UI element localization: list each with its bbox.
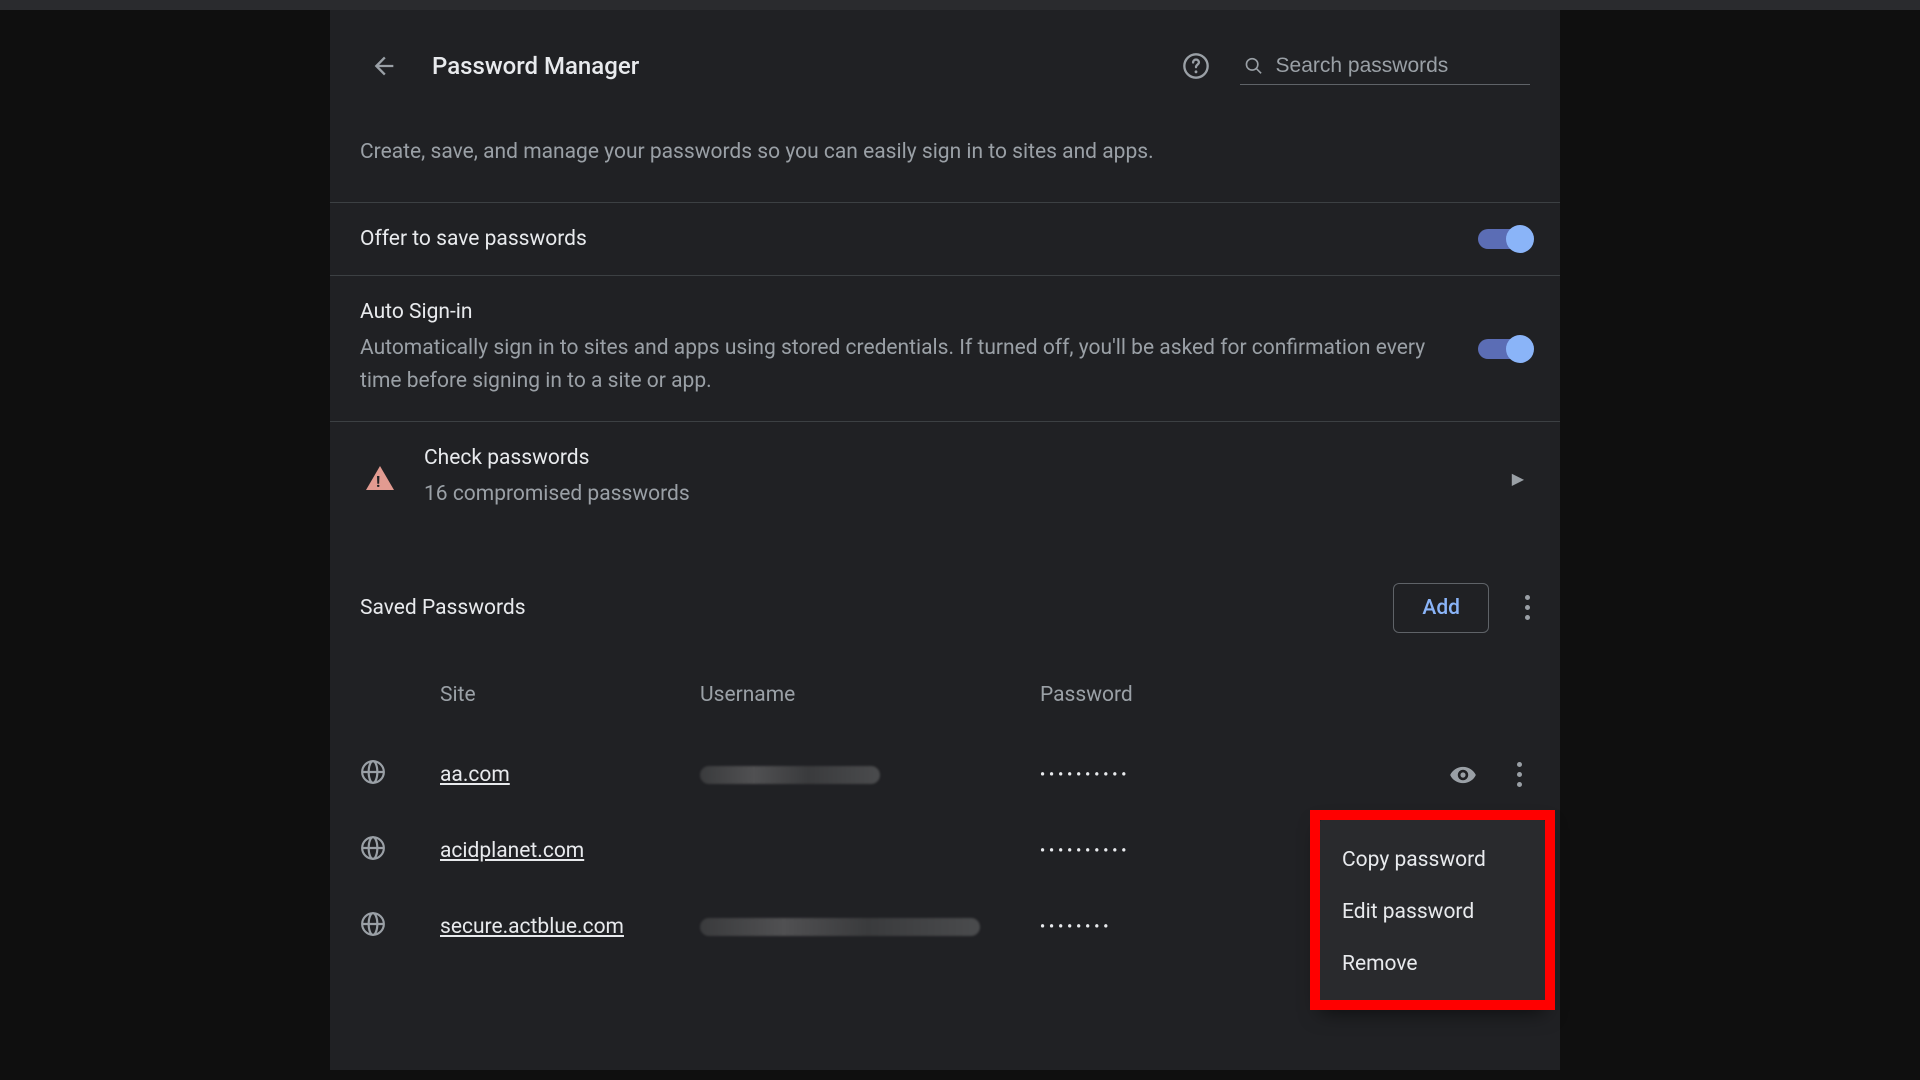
col-site: Site bbox=[440, 683, 700, 707]
page-title: Password Manager bbox=[432, 52, 639, 80]
help-icon bbox=[1182, 52, 1210, 80]
password-context-menu: Copy password Edit password Remove bbox=[1320, 820, 1545, 1004]
check-passwords-title: Check passwords bbox=[424, 446, 1482, 470]
auto-signin-description: Automatically sign in to sites and apps … bbox=[360, 332, 1448, 397]
password-masked: •••••••• bbox=[1040, 919, 1340, 935]
window-top-bar bbox=[0, 0, 1920, 10]
auto-signin-row: Auto Sign-in Automatically sign in to si… bbox=[330, 275, 1560, 421]
password-masked: •••••••••• bbox=[1040, 843, 1340, 859]
show-password-icon[interactable] bbox=[1449, 761, 1477, 789]
offer-save-label: Offer to save passwords bbox=[360, 227, 1448, 251]
saved-passwords-header: Saved Passwords Add bbox=[330, 535, 1560, 653]
username-redacted bbox=[700, 918, 980, 936]
chevron-right-icon: ▶ bbox=[1512, 469, 1524, 488]
header: Password Manager bbox=[330, 10, 1560, 110]
saved-passwords-heading: Saved Passwords bbox=[360, 596, 1393, 620]
search-input[interactable] bbox=[1276, 54, 1526, 78]
password-masked: •••••••••• bbox=[1040, 767, 1340, 783]
arrow-left-icon bbox=[370, 52, 398, 80]
username-redacted bbox=[700, 766, 880, 784]
add-password-button[interactable]: Add bbox=[1393, 583, 1489, 633]
edit-password-item[interactable]: Edit password bbox=[1320, 886, 1545, 938]
col-username: Username bbox=[700, 683, 1040, 707]
site-link[interactable]: acidplanet.com bbox=[440, 839, 584, 863]
site-link[interactable]: secure.actblue.com bbox=[440, 915, 624, 939]
auto-signin-toggle[interactable] bbox=[1478, 339, 1530, 359]
row-more-button[interactable] bbox=[1517, 762, 1522, 787]
offer-save-passwords-row: Offer to save passwords bbox=[330, 202, 1560, 275]
globe-icon bbox=[360, 835, 386, 861]
globe-icon bbox=[360, 759, 386, 785]
password-manager-panel: Password Manager Create, save, and manag… bbox=[330, 10, 1560, 1070]
search-field[interactable] bbox=[1240, 48, 1530, 85]
globe-icon bbox=[360, 911, 386, 937]
copy-password-item[interactable]: Copy password bbox=[1320, 834, 1545, 886]
auto-signin-label: Auto Sign-in bbox=[360, 300, 1448, 324]
table-row: aa.com •••••••••• bbox=[360, 737, 1530, 813]
check-passwords-subtitle: 16 compromised passwords bbox=[424, 478, 1482, 511]
saved-passwords-more-button[interactable] bbox=[1525, 595, 1530, 620]
col-password: Password bbox=[1040, 683, 1340, 707]
help-button[interactable] bbox=[1172, 42, 1220, 90]
remove-password-item[interactable]: Remove bbox=[1320, 938, 1545, 990]
table-header: Site Username Password bbox=[360, 653, 1530, 737]
search-icon bbox=[1244, 55, 1264, 77]
back-button[interactable] bbox=[360, 42, 408, 90]
intro-text: Create, save, and manage your passwords … bbox=[330, 110, 1560, 202]
offer-save-toggle[interactable] bbox=[1478, 229, 1530, 249]
check-passwords-row[interactable]: ! Check passwords 16 compromised passwor… bbox=[330, 421, 1560, 535]
site-link[interactable]: aa.com bbox=[440, 763, 510, 787]
warning-icon: ! bbox=[366, 466, 394, 490]
